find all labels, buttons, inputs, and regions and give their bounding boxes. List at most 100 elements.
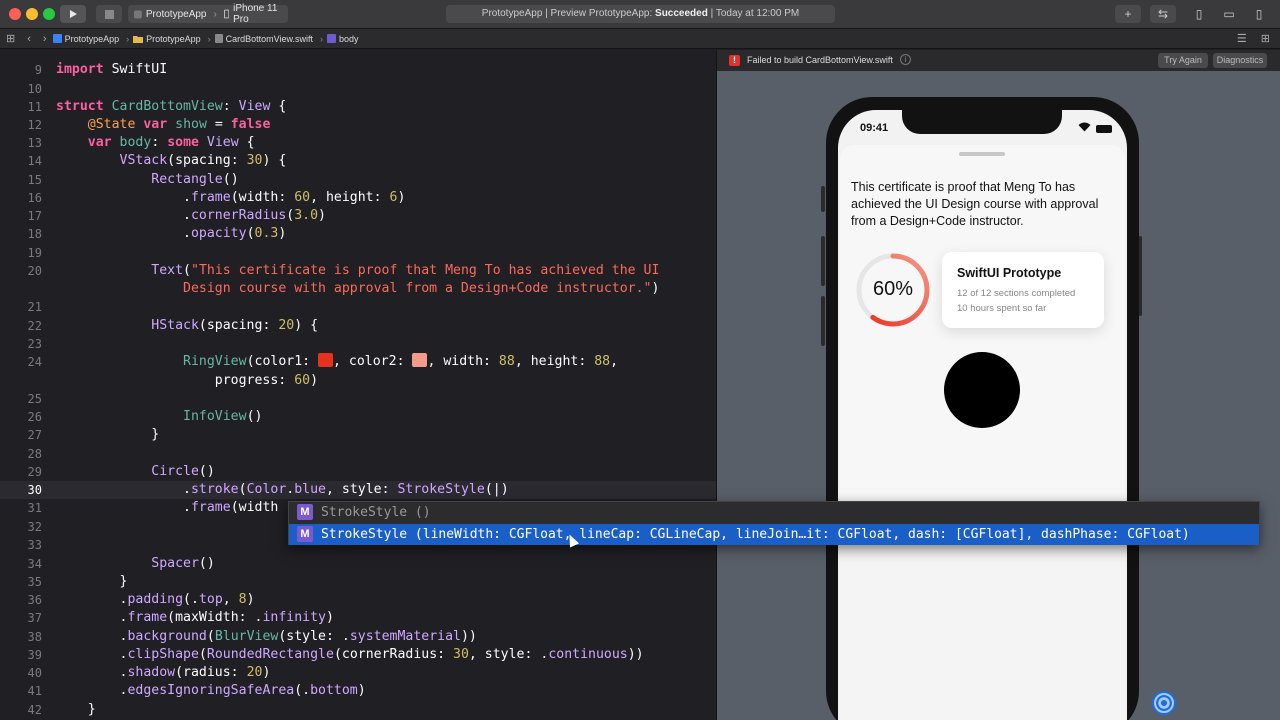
line-number: 30 [27,483,42,497]
line-number: 15 [27,173,42,187]
code-line[interactable]: 14 VStack(spacing: 30) { [0,152,716,170]
autocomplete-item[interactable]: M StrokeStyle () [289,502,1259,523]
code-line[interactable]: 17 .cornerRadius(3.0) [0,207,716,225]
code-text: .shadow(radius: 20) [56,665,271,680]
diagnostics-button[interactable]: Diagnostics [1213,53,1267,68]
code-line[interactable]: 25 [0,390,716,408]
status-result: Succeeded [655,8,708,19]
breadcrumb-folder[interactable]: PrototypeApp › [133,34,211,44]
line-number: 33 [27,538,42,552]
editor-options-icon[interactable]: ☰ [1237,32,1247,45]
code-line[interactable]: 23 [0,335,716,353]
code-line[interactable]: 24 RingView(color1: , color2: , width: 8… [0,353,716,371]
breadcrumb-file[interactable]: CardBottomView.swift › [214,33,324,44]
try-again-button[interactable]: Try Again [1158,53,1208,68]
toggle-navigator-button[interactable]: ▯ [1186,5,1212,23]
code-line[interactable]: 9 import SwiftUI [0,61,716,79]
line-number: 31 [27,501,42,515]
code-text: .frame(width: 60, height: 6) [56,190,406,205]
code-line[interactable]: 37 .frame(maxWidth: .infinity) [0,609,716,627]
code-text: Rectangle() [151,172,239,187]
line-number: 9 [34,63,42,77]
code-line[interactable]: 19 [0,244,716,262]
code-text: } [56,702,96,717]
minimize-window-button[interactable] [26,8,38,20]
back-chevron-icon[interactable]: ‹ [27,33,31,45]
code-line[interactable]: 38 .background(BlurView(style: .systemMa… [0,628,716,646]
scheme-selector[interactable]: PrototypeApp › iPhone 11 Pro [128,3,288,25]
code-line[interactable]: 42 } [0,701,716,719]
code-line[interactable]: 34 Spacer() [0,555,716,573]
code-line[interactable]: 21 [0,298,716,316]
code-review-button[interactable]: ⇆ [1150,5,1176,23]
code-line[interactable]: 29 Circle() [0,463,716,481]
code-line[interactable]: 35 } [0,573,716,591]
line-number: 24 [27,355,42,369]
close-window-button[interactable] [9,8,21,20]
scheme-app-name: PrototypeApp [145,8,207,20]
jump-bar: ⊞ ‹ › PrototypeApp › PrototypeApp › Card… [0,29,1280,49]
code-line[interactable]: 22 HStack(spacing: 20) { [0,317,716,335]
toggle-debug-area-button[interactable]: ▭ [1216,5,1242,23]
autocomplete-popup: M StrokeStyle () M StrokeStyle (lineWidth:… [288,501,1260,545]
swift-file-icon [214,34,223,43]
breadcrumb-chevron-icon: › [320,33,324,44]
code-line[interactable]: 41 .edgesIgnoringSafeArea(.bottom) [0,682,716,700]
code-line[interactable]: 10 [0,80,716,98]
line-number: 32 [27,520,42,534]
stop-icon [104,9,114,19]
autocomplete-item-signature: () [407,505,431,520]
code-line[interactable]: 40 .shadow(radius: 20) [0,664,716,682]
code-text: progress: 60) [56,373,319,388]
folder-icon [133,35,144,43]
code-line[interactable]: 16 .frame(width: 60, height: 6) [0,189,716,207]
source-editor[interactable]: 9 import SwiftUI 10 11 struct CardBottomVi… [0,50,716,720]
line-number: 14 [27,154,42,168]
library-button[interactable]: + [1115,5,1141,23]
forward-chevron-icon[interactable]: › [43,33,47,45]
autocomplete-item-signature: (lineWidth: CGFloat, lineCap: CGLineCap,… [407,527,1190,542]
code-line[interactable]: 20 Text("This certificate is proof that … [0,262,716,280]
color-literal-swatch[interactable] [412,353,428,367]
grid-icon[interactable]: ⊞ [6,32,15,45]
project-icon [52,34,62,43]
code-text: import SwiftUI [56,62,168,77]
code-line[interactable]: 18 .opacity(0.3) [0,225,716,243]
breadcrumb-symbol-label: body [339,33,359,44]
zoom-window-button[interactable] [43,8,55,20]
split-editor-icon[interactable]: ⊞ [1261,32,1270,45]
line-number: 16 [27,191,42,205]
code-text: InfoView() [183,409,263,424]
code-line[interactable]: 15 Rectangle() [0,171,716,189]
code-line-current[interactable]: 30 .stroke(Color.blue, style: StrokeStyl… [0,481,716,499]
line-number: 13 [27,136,42,150]
phone-volume-down [821,296,825,346]
code-line[interactable]: progress: 60) [0,372,716,390]
color-literal-swatch[interactable] [318,353,334,367]
line-number: 40 [27,666,42,680]
code-text: .edgesIgnoringSafeArea(.bottom) [56,683,366,698]
code-line[interactable]: 39 .clipShape(RoundedRectangle(cornerRad… [0,646,716,664]
breadcrumb-symbol[interactable]: body [327,34,359,44]
code-line[interactable]: 36 .padding(.top, 8) [0,591,716,609]
code-line[interactable]: Design course with approval from a Desig… [0,280,716,298]
toggle-inspector-button[interactable]: ▯ [1246,5,1272,23]
info-icon[interactable]: i [900,54,911,65]
error-icon: ! [729,55,740,66]
card-grabber-handle[interactable] [959,152,1005,156]
code-line[interactable]: 11 struct CardBottomView: View { [0,98,716,116]
code-text: struct CardBottomView: View { [56,99,287,114]
code-text: Circle() [151,464,215,479]
code-line[interactable]: 28 [0,445,716,463]
code-line[interactable]: 26 InfoView() [0,408,716,426]
line-number: 36 [27,593,42,607]
autocomplete-item-selected[interactable]: M StrokeStyle (lineWidth: CGFloat, lineCa… [289,524,1259,545]
stop-button[interactable] [96,5,122,23]
live-preview-indicator-icon[interactable] [1152,691,1176,715]
breadcrumb-project[interactable]: PrototypeApp › [52,34,129,44]
code-line[interactable]: 12 @State var show = false [0,116,716,134]
breadcrumb-chevron-icon: › [207,33,211,44]
code-line[interactable]: 27 } [0,426,716,444]
code-line[interactable]: 13 var body: some View { [0,134,716,152]
run-button[interactable] [60,5,86,23]
